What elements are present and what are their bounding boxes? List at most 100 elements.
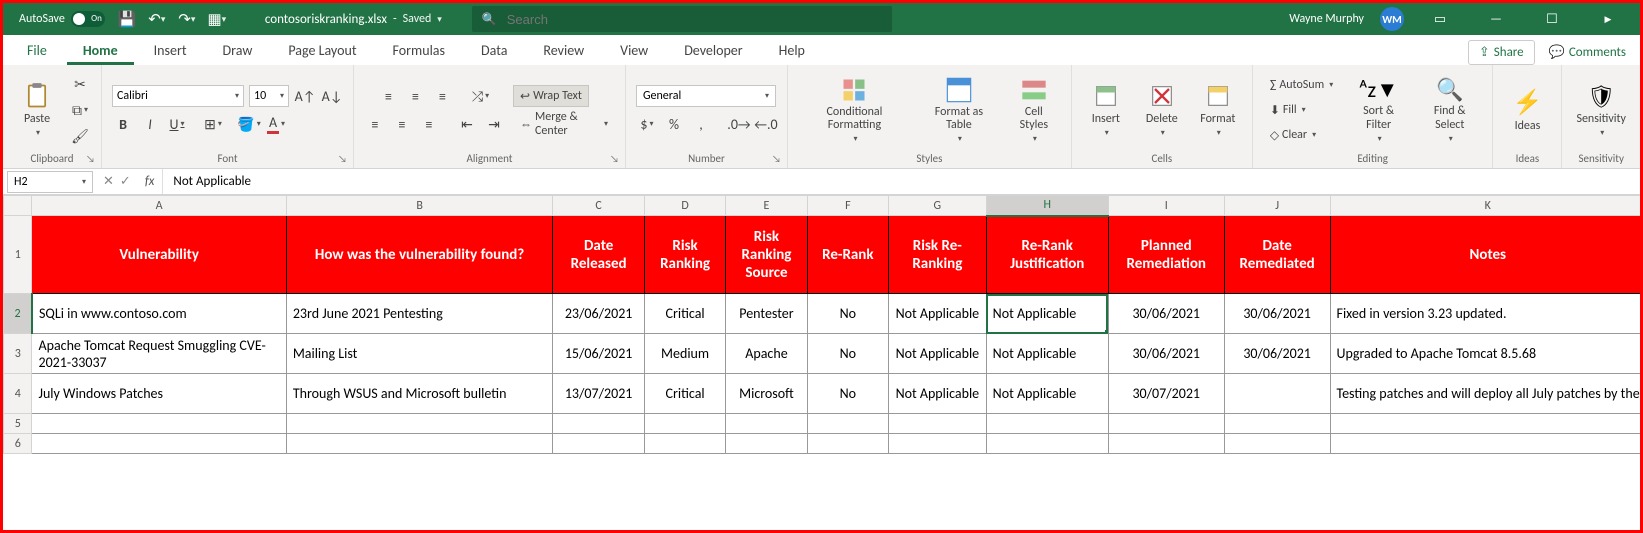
cell[interactable]: No <box>807 294 888 334</box>
col-header[interactable]: A <box>32 196 286 216</box>
fill-button[interactable]: ⬇Fill▾ <box>1263 99 1313 121</box>
cell[interactable] <box>726 414 807 434</box>
increase-indent-icon[interactable]: ⇥ <box>483 113 505 135</box>
font-name-select[interactable]: Calibri▾ <box>112 85 244 107</box>
tab-formulas[interactable]: Formulas <box>377 36 461 65</box>
ribbon-display-icon[interactable]: ▭ <box>1420 3 1460 35</box>
cell[interactable] <box>1330 414 1640 434</box>
cut-icon[interactable]: ✂ <box>69 73 91 95</box>
col-header[interactable]: B <box>286 196 553 216</box>
cell[interactable] <box>1108 414 1224 434</box>
cell[interactable]: No <box>807 334 888 374</box>
header-cell[interactable]: How was the vulnerability found? <box>286 216 553 294</box>
cell[interactable]: Mailing List <box>286 334 553 374</box>
merge-center-button[interactable]: ⇔Merge & Center▾ <box>513 113 615 135</box>
cell[interactable]: Not Applicable <box>889 294 987 334</box>
touch-mode-icon[interactable]: ▦▾ <box>209 11 225 27</box>
cell[interactable]: July Windows Patches <box>32 374 286 414</box>
redo-icon[interactable]: ↷▾ <box>179 11 195 27</box>
launcher-icon[interactable]: ↘ <box>338 152 347 165</box>
align-middle-icon[interactable]: ≡ <box>405 85 427 107</box>
launcher-icon[interactable]: ↘ <box>610 152 619 165</box>
col-header[interactable]: C <box>553 196 645 216</box>
cell[interactable]: 30/06/2021 <box>1108 334 1224 374</box>
cell[interactable]: SQLi in www.contoso.com <box>32 294 286 334</box>
row-header[interactable]: 3 <box>4 334 32 374</box>
undo-icon[interactable]: ↶▾ <box>149 11 165 27</box>
tab-draw[interactable]: Draw <box>207 36 269 65</box>
save-status[interactable]: Saved <box>403 12 432 26</box>
launcher-icon[interactable]: ↘ <box>86 152 95 165</box>
cell[interactable] <box>644 434 725 454</box>
copy-icon[interactable]: ⧉▾ <box>69 99 91 121</box>
cell[interactable] <box>726 434 807 454</box>
accounting-icon[interactable]: $▾ <box>636 113 658 135</box>
row-header[interactable]: 5 <box>4 414 32 434</box>
cell-active[interactable]: Not Applicable <box>986 294 1108 334</box>
col-header[interactable]: J <box>1224 196 1330 216</box>
header-cell[interactable]: Re-Rank <box>807 216 888 294</box>
row-header[interactable]: 4 <box>4 374 32 414</box>
cell[interactable]: 30/06/2021 <box>1224 294 1330 334</box>
cell[interactable] <box>553 414 645 434</box>
cell[interactable] <box>1224 374 1330 414</box>
cell[interactable]: 15/06/2021 <box>553 334 645 374</box>
cell[interactable] <box>286 434 553 454</box>
cell[interactable] <box>986 414 1108 434</box>
header-cell[interactable]: Risk Ranking Source <box>726 216 807 294</box>
maximize-icon[interactable]: ☐ <box>1532 3 1572 35</box>
cell[interactable]: Critical <box>644 294 725 334</box>
cell[interactable]: Microsoft <box>726 374 807 414</box>
row-header[interactable]: 1 <box>4 216 32 294</box>
clear-button[interactable]: ◇Clear▾ <box>1263 124 1323 146</box>
spreadsheet-grid[interactable]: A B C D E F G H I J K 1 Vulnerability Ho… <box>3 195 1640 454</box>
user-name[interactable]: Wayne Murphy <box>1289 12 1364 26</box>
column-headers[interactable]: A B C D E F G H I J K <box>4 196 1641 216</box>
cell[interactable] <box>1224 434 1330 454</box>
header-cell[interactable]: Notes <box>1330 216 1640 294</box>
paste-button[interactable]: Paste▾ <box>13 80 61 140</box>
cell[interactable] <box>286 414 553 434</box>
decrease-decimal-icon[interactable]: ←.0 <box>755 113 777 135</box>
minimize-icon[interactable]: — <box>1476 3 1516 35</box>
cell[interactable]: No <box>807 374 888 414</box>
tab-insert[interactable]: Insert <box>138 36 203 65</box>
cell[interactable]: Fixed in version 3.23 updated. <box>1330 294 1640 334</box>
launcher-icon[interactable]: ↘ <box>772 152 781 165</box>
col-header[interactable]: F <box>807 196 888 216</box>
decrease-indent-icon[interactable]: ⇤ <box>456 113 478 135</box>
cell[interactable]: Apache <box>726 334 807 374</box>
cell[interactable] <box>1330 434 1640 454</box>
fill-color-icon[interactable]: 🪣▾ <box>238 113 260 135</box>
header-cell[interactable]: Date Remediated <box>1224 216 1330 294</box>
align-bottom-icon[interactable]: ≡ <box>432 85 454 107</box>
cell[interactable]: Apache Tomcat Request Smuggling CVE-2021… <box>32 334 286 374</box>
cell[interactable]: Through WSUS and Microsoft bulletin <box>286 374 553 414</box>
cell[interactable]: Medium <box>644 334 725 374</box>
cell[interactable] <box>553 434 645 454</box>
col-header[interactable]: K <box>1330 196 1640 216</box>
comma-icon[interactable]: , <box>690 113 712 135</box>
save-icon[interactable]: 💾 <box>119 11 135 27</box>
italic-button[interactable]: I <box>139 113 161 135</box>
tab-review[interactable]: Review <box>527 36 600 65</box>
col-header[interactable]: I <box>1108 196 1224 216</box>
cell[interactable] <box>32 414 286 434</box>
align-center-icon[interactable]: ≡ <box>391 113 413 135</box>
close-icon[interactable]: ▶ <box>1588 3 1628 35</box>
cell[interactable] <box>986 434 1108 454</box>
col-header[interactable]: H <box>986 196 1108 216</box>
col-header[interactable]: E <box>726 196 807 216</box>
insert-cells-button[interactable]: Insert▾ <box>1082 80 1130 140</box>
align-top-icon[interactable]: ≡ <box>378 85 400 107</box>
number-format-select[interactable]: General▾ <box>636 85 776 107</box>
align-left-icon[interactable]: ≡ <box>364 113 386 135</box>
bold-button[interactable]: B <box>112 113 134 135</box>
tab-home[interactable]: Home <box>67 36 134 65</box>
autosave-toggle[interactable]: AutoSave On <box>19 11 105 27</box>
orientation-icon[interactable]: ⤮▾ <box>470 85 492 107</box>
search-input[interactable] <box>507 12 882 27</box>
cell[interactable]: Not Applicable <box>889 334 987 374</box>
cell-styles-button[interactable]: Cell Styles▾ <box>1007 74 1061 146</box>
font-color-icon[interactable]: A▾ <box>265 113 287 135</box>
